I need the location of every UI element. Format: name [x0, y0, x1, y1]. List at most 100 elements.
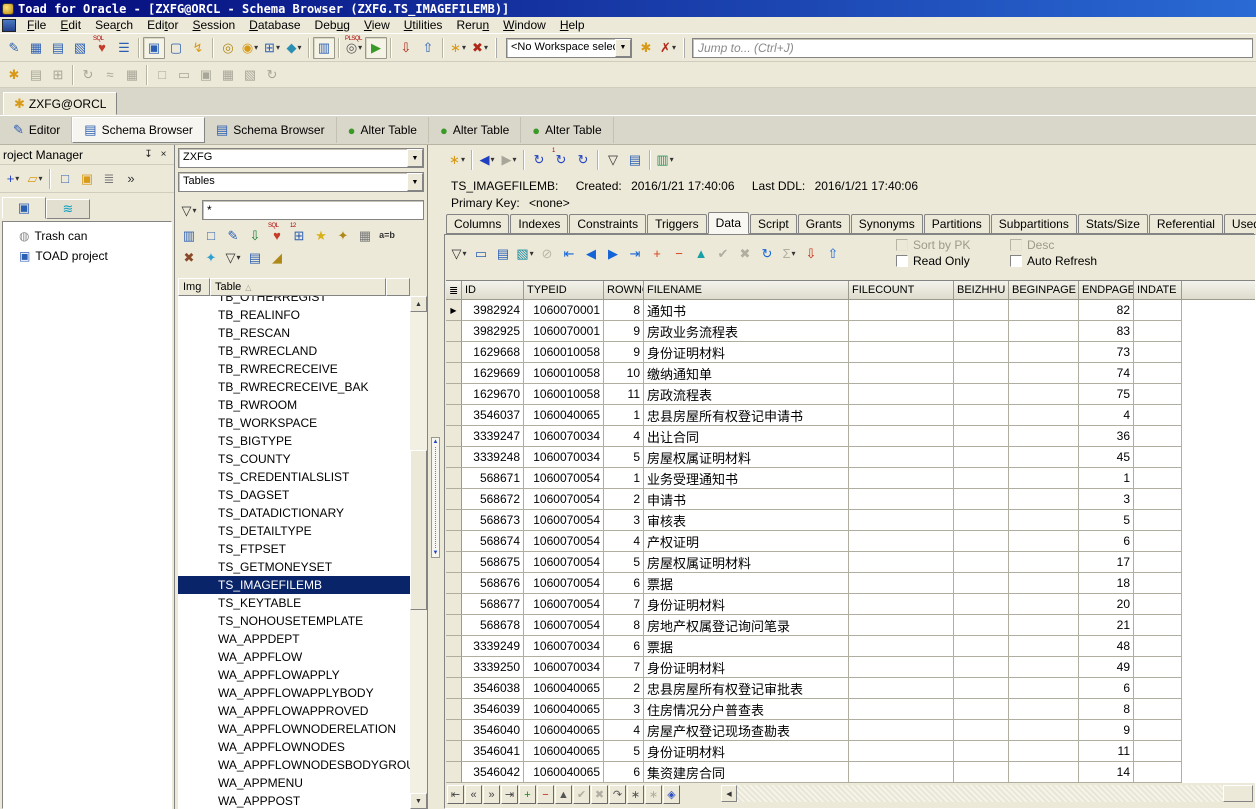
more-buttons-button[interactable]: » — [120, 168, 142, 190]
table-list-item[interactable]: TB_RWRECRECEIVE_BAK — [178, 378, 410, 396]
refresh-row-button[interactable]: ↻1 — [550, 149, 572, 171]
doc-open-button[interactable]: ▭ — [173, 64, 195, 86]
grid-cell[interactable]: 4 — [1079, 405, 1134, 426]
doc-tab-schema-browser[interactable]: ▤Schema Browser — [72, 117, 205, 143]
sql-window-button[interactable]: ♥SQL — [266, 224, 288, 246]
grid-cell[interactable] — [849, 594, 954, 615]
object-type-combo[interactable]: Tables ▼ — [178, 172, 424, 192]
grid-cell[interactable] — [954, 468, 1009, 489]
table-list-item[interactable]: WA_APPPOST — [178, 792, 410, 809]
grid-cell[interactable]: 75 — [1079, 384, 1134, 405]
single-record-view-button[interactable]: ▤ — [492, 242, 514, 264]
object-filter-button[interactable]: ▽ — [602, 149, 624, 171]
grid-cell[interactable]: 1060070054 — [524, 468, 604, 489]
open-schema-browser-button[interactable]: ▤ — [47, 37, 69, 59]
grid-cell[interactable] — [954, 720, 1009, 741]
grid-cell[interactable]: 6 — [604, 573, 644, 594]
grid-cell[interactable] — [1009, 741, 1079, 762]
export-dataset-button[interactable]: ▧▾ — [514, 242, 536, 264]
grid-cell[interactable]: 身份证明材料 — [644, 594, 849, 615]
menu-database[interactable]: Database — [242, 17, 307, 33]
grid-cell[interactable] — [954, 636, 1009, 657]
grid-cell[interactable]: 1060070054 — [524, 615, 604, 636]
grid-horizontal-scrollbar[interactable]: ◀ — [721, 785, 1253, 802]
table-list-item[interactable]: TS_DATADICTIONARY — [178, 504, 410, 522]
navigator-nav-first-button[interactable]: ⇤ — [447, 785, 464, 804]
navigator-nav-prior-button[interactable]: « — [465, 785, 482, 804]
grid-cell[interactable] — [1009, 552, 1079, 573]
checkbox-read-only[interactable]: Read Only — [896, 254, 996, 268]
grid-cell[interactable]: 6 — [604, 762, 644, 783]
grid-cell[interactable]: 房屋权属证明材料 — [644, 447, 849, 468]
table-list-item[interactable]: WA_APPFLOW — [178, 648, 410, 666]
grid-cell[interactable] — [1009, 384, 1079, 405]
grid-cell[interactable]: 3339249 — [462, 636, 524, 657]
grid-cell[interactable]: 1060010058 — [524, 363, 604, 384]
grid-cell[interactable]: 3546038 — [462, 678, 524, 699]
grid-cell[interactable] — [954, 615, 1009, 636]
nav-last-button[interactable]: ⇥ — [624, 242, 646, 264]
grid-cell[interactable] — [1134, 510, 1182, 531]
grid-cell[interactable]: 身份证明材料 — [644, 741, 849, 762]
grid-cell[interactable]: 5 — [604, 447, 644, 468]
grid-cell[interactable]: 568672 — [462, 489, 524, 510]
describe-doc-button[interactable]: ▤ — [244, 246, 266, 268]
row-indicator[interactable] — [446, 678, 462, 699]
grid-cell[interactable]: 1060070054 — [524, 510, 604, 531]
menu-search[interactable]: Search — [88, 17, 140, 33]
close-icon[interactable]: × — [156, 148, 171, 162]
grid-cell[interactable]: 通知书 — [644, 300, 849, 321]
row-indicator[interactable] — [446, 720, 462, 741]
doc-tab-alter-table[interactable]: ●Alter Table — [337, 117, 429, 143]
grid-cell[interactable] — [954, 489, 1009, 510]
grid-cell[interactable]: 9 — [604, 321, 644, 342]
table-list-item[interactable]: WA_APPFLOWNODES — [178, 738, 410, 756]
grid-cell[interactable] — [1134, 321, 1182, 342]
grid-cell[interactable]: 9 — [604, 342, 644, 363]
grid-cell[interactable]: 45 — [1079, 447, 1134, 468]
table-list-item[interactable]: TS_FTPSET — [178, 540, 410, 558]
grid-row[interactable]: 354603810600400652忠县房屋所有权登记审批表6 — [446, 678, 1255, 699]
grid-cell[interactable] — [849, 321, 954, 342]
grid-cell[interactable] — [1009, 426, 1079, 447]
grid-cell[interactable] — [1134, 741, 1182, 762]
database-view-tab[interactable]: ≋ — [46, 199, 90, 219]
grid-cell[interactable] — [849, 342, 954, 363]
row-indicator[interactable] — [446, 573, 462, 594]
sum-sigma-button[interactable]: Σ▾ — [778, 242, 800, 264]
grid-cell[interactable]: 3339247 — [462, 426, 524, 447]
grid-cell[interactable]: 7 — [604, 594, 644, 615]
table-list-item[interactable]: TS_NOHOUSETEMPLATE — [178, 612, 410, 630]
grid-cell[interactable] — [849, 405, 954, 426]
connection-plug-button[interactable]: ∗▾ — [446, 149, 468, 171]
grid-row[interactable]: 162966810600100589身份证明材料73 — [446, 342, 1255, 363]
close-connection-button[interactable]: ✖▾ — [469, 37, 491, 59]
row-indicator[interactable] — [446, 447, 462, 468]
grid-cell[interactable]: 1060040065 — [524, 741, 604, 762]
grid-cell[interactable] — [954, 321, 1009, 342]
grid-row[interactable]: 56867510600700545房屋权属证明材料17 — [446, 552, 1255, 573]
grid-cell[interactable]: 申请书 — [644, 489, 849, 510]
copy-project-button[interactable]: ▦ — [121, 64, 143, 86]
grid-cell[interactable]: 5 — [604, 552, 644, 573]
doc-add-button[interactable]: □ — [151, 64, 173, 86]
grid-cell[interactable]: 3 — [1079, 489, 1134, 510]
grid-cell[interactable]: 20 — [1079, 594, 1134, 615]
grid-row[interactable]: 1629669106001005810缴纳通知单74 — [446, 363, 1255, 384]
grid-cell[interactable] — [1134, 552, 1182, 573]
grid-cell[interactable] — [954, 405, 1009, 426]
row-indicator[interactable] — [446, 489, 462, 510]
new-file-button[interactable]: □ — [54, 168, 76, 190]
message-panel-toggle-button[interactable]: ▢ — [165, 37, 187, 59]
workspace-combo[interactable]: <No Workspace selected> ▼ — [506, 38, 632, 58]
refresh-grid-button[interactable]: ↻ — [756, 242, 778, 264]
table-list-item[interactable]: TB_RWRECLAND — [178, 342, 410, 360]
grid-cell[interactable]: 忠县房屋所有权登记审批表 — [644, 678, 849, 699]
create-object-button[interactable]: □ — [200, 224, 222, 246]
splitter-handle[interactable]: ▲ ▼ — [431, 437, 440, 558]
grid-cell[interactable]: 36 — [1079, 426, 1134, 447]
row-indicator[interactable] — [446, 405, 462, 426]
grid-cell[interactable] — [849, 447, 954, 468]
menu-view[interactable]: View — [357, 17, 397, 33]
grid-cell[interactable]: 21 — [1079, 615, 1134, 636]
